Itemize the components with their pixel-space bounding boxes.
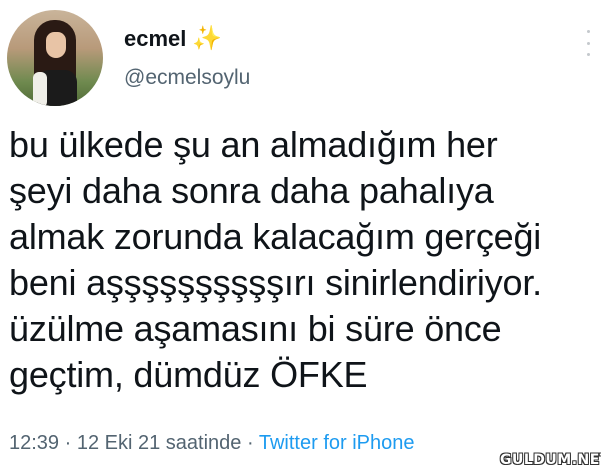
meta-separator: · — [246, 432, 254, 454]
more-dot — [586, 41, 590, 45]
sparkles-emoji-icon: ✨ — [192, 25, 223, 52]
display-name-text: ecmel — [124, 26, 187, 51]
tweet-text: bu ülkede şu an almadığım her şeyi daha … — [9, 124, 542, 395]
more-dot — [586, 30, 590, 33]
user-handle[interactable]: @ecmelsoylu — [124, 66, 250, 90]
avatar-arm — [33, 72, 47, 106]
display-name[interactable]: ecmel ✨ — [124, 26, 222, 52]
tweet-time[interactable]: 12:39 — [9, 432, 59, 454]
tweet-meta: 12:39 · 12 Eki 21 saatinde · Twitter for… — [9, 432, 414, 455]
tweet-card: ecmel ✨ @ecmelsoylu bu ülkede şu an alma… — [0, 0, 601, 474]
avatar-face — [46, 32, 66, 58]
tweet-source[interactable]: Twitter for iPhone — [259, 432, 415, 454]
more-options-icon[interactable] — [585, 30, 591, 56]
more-dot — [586, 53, 590, 56]
meta-separator: · — [64, 432, 72, 454]
avatar[interactable] — [7, 10, 103, 106]
watermark: GULDUM.NET — [500, 452, 601, 468]
tweet-date[interactable]: 12 Eki 21 saatinde — [77, 432, 242, 454]
